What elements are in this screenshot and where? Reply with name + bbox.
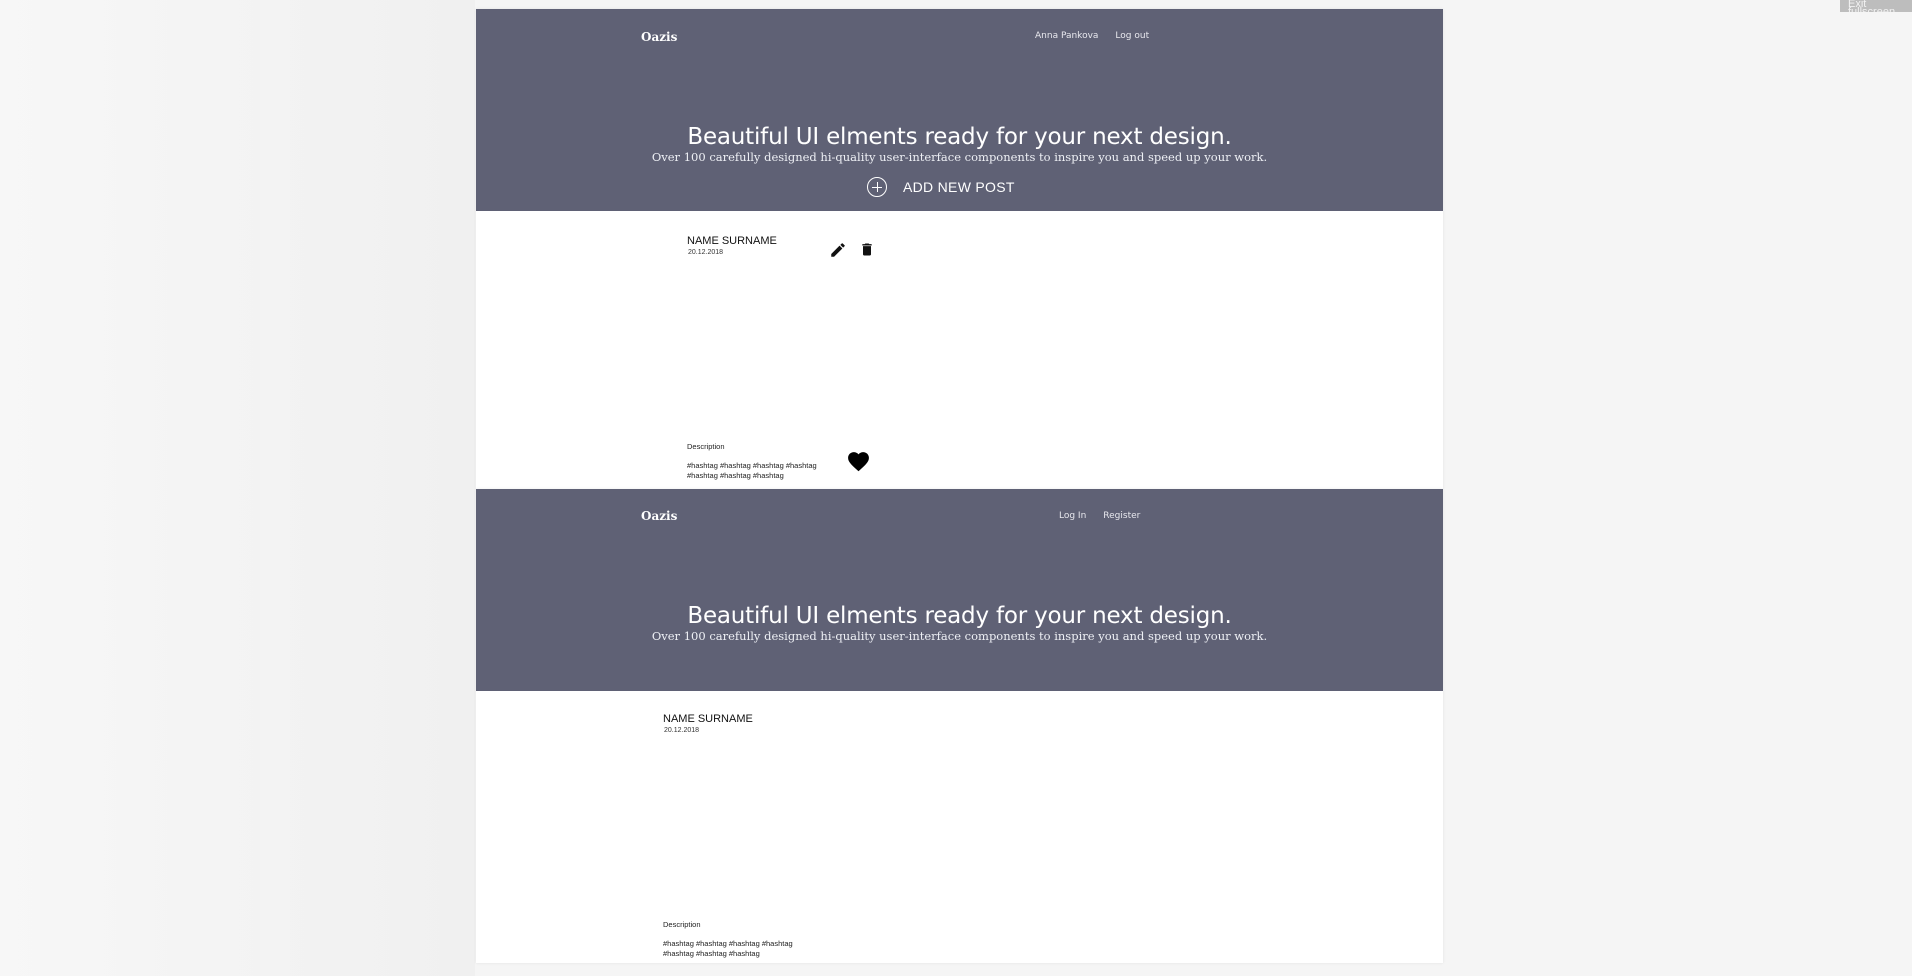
- add-new-post-button[interactable]: ADD NEW POST: [867, 177, 1015, 197]
- nav-login-link[interactable]: Log In: [1059, 511, 1086, 521]
- post-date: 20.12.2018: [664, 727, 700, 734]
- hero-banner: Oazis Anna Pankova Log out Beautiful UI …: [476, 9, 1443, 211]
- nav-logout-link[interactable]: Log out: [1115, 31, 1149, 41]
- top-nav: Anna Pankova Log out: [1035, 31, 1149, 41]
- post-hashtags[interactable]: #hashtag #hashtag #hashtag #hashtag #has…: [663, 939, 813, 958]
- page-background: [0, 0, 475, 976]
- heart-icon[interactable]: [846, 449, 871, 477]
- plus-circle-icon: [867, 177, 887, 197]
- hero-title: Beautiful UI elments ready for your next…: [687, 124, 1232, 150]
- hero-subtitle: Over 100 carefully designed hi-quality u…: [651, 629, 1268, 643]
- post-date: 20.12.2018: [688, 249, 724, 256]
- post-hashtags[interactable]: #hashtag #hashtag #hashtag #hashtag #has…: [687, 461, 837, 480]
- post-author-name: NAME SURNAME: [663, 713, 753, 725]
- exit-fullscreen-button[interactable]: Exit fullscreen: [1840, 0, 1912, 12]
- nav-register-link[interactable]: Register: [1103, 511, 1140, 521]
- post-description: Description: [687, 442, 725, 451]
- brand-logo[interactable]: Oazis: [641, 30, 677, 44]
- hero-subtitle: Over 100 carefully designed hi-quality u…: [651, 150, 1268, 164]
- top-nav: Log In Register: [1059, 511, 1140, 521]
- hero-title: Beautiful UI elments ready for your next…: [687, 603, 1232, 629]
- hero-banner: Oazis Log In Register Beautiful UI elmen…: [476, 489, 1443, 691]
- screen-logged-in: Oazis Anna Pankova Log out Beautiful UI …: [476, 9, 1443, 489]
- post-description: Description: [663, 920, 701, 929]
- trash-icon[interactable]: [859, 240, 875, 264]
- screen-logged-out: Oazis Log In Register Beautiful UI elmen…: [476, 489, 1443, 963]
- nav-user-name[interactable]: Anna Pankova: [1035, 31, 1098, 41]
- pencil-icon[interactable]: [829, 241, 847, 264]
- post-card: NAME SURNAME 20.12.2018 Description #has…: [687, 235, 887, 485]
- add-new-post-label: ADD NEW POST: [903, 179, 1015, 195]
- brand-logo[interactable]: Oazis: [641, 509, 677, 523]
- post-author-name: NAME SURNAME: [687, 235, 777, 247]
- post-card: NAME SURNAME 20.12.2018 Description #has…: [663, 713, 863, 958]
